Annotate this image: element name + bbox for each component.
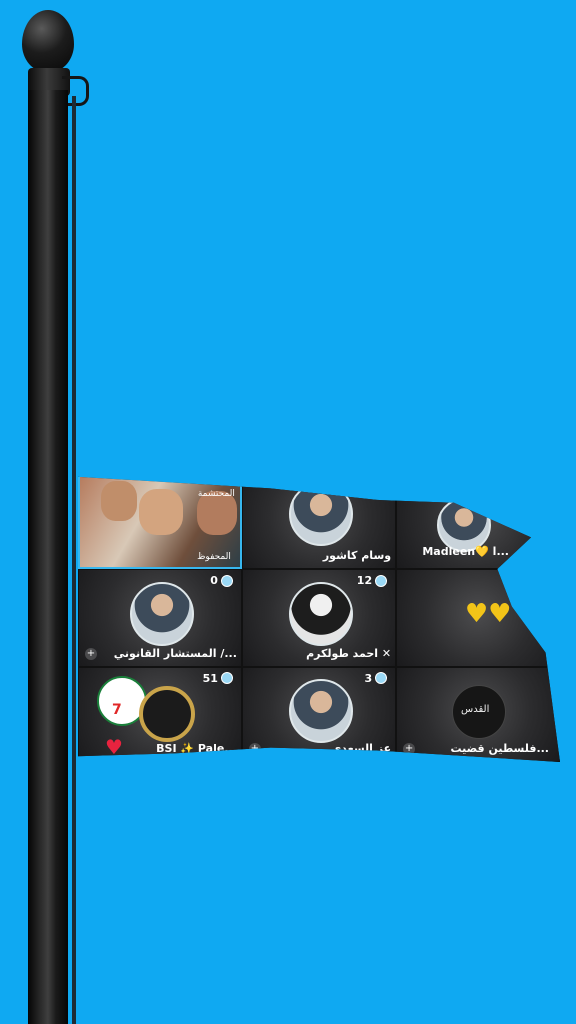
participant-name: احمد طولكرم ✕ [306, 646, 392, 660]
viewer-count: 12 [357, 574, 388, 587]
count-dot-icon [375, 479, 388, 492]
participant-tile[interactable]: القدس + فلسطين قضيت... [396, 666, 560, 762]
participant-tile[interactable]: 7 Madleen💛 ا... [396, 476, 560, 570]
participant-tile[interactable]: 51 7 ♥ BSI ✨ Pale... [78, 666, 242, 762]
participant-name: فلسطين قضيت... [450, 741, 549, 755]
count-dot-icon [220, 672, 233, 685]
hearts-avatar: ♥♥ [448, 582, 512, 642]
avatar [129, 582, 194, 647]
featured-label-top: المحتشمة [197, 489, 235, 499]
viewer-count: 0 [210, 574, 233, 587]
participant-name: عز السعدي [331, 741, 392, 755]
count-dot-icon [506, 487, 519, 500]
viewer-count: 51 [203, 672, 233, 685]
featured-label-bottom: المحفوظ [197, 552, 231, 563]
count-dot-icon [375, 672, 388, 685]
heart-icon: ♥♥ [464, 599, 512, 630]
participant-name: BSI ✨ Pale... [156, 741, 237, 755]
avatar [288, 582, 353, 647]
count-dot-icon [220, 574, 233, 587]
viewer-count: 16 [357, 479, 388, 492]
count-dot-icon [375, 574, 388, 587]
al-quds-avatar: القدس [452, 684, 507, 739]
participant-name: المستشار القانوني /... [113, 646, 237, 660]
participant-grid: المحتشمة المحفوظ 16 وسام كاشور 7 Madleen… [78, 476, 560, 762]
avatar [288, 482, 353, 547]
participant-name: Madleen💛 ا... [422, 545, 509, 559]
waving-flag: المحتشمة المحفوظ 16 وسام كاشور 7 Madleen… [78, 476, 560, 762]
participant-tile[interactable]: 3 + عز السعدي [241, 666, 397, 762]
viewer-count: 3 [364, 672, 388, 685]
featured-video-tile[interactable]: المحتشمة المحفوظ [78, 476, 242, 570]
ring-avatar [139, 685, 195, 742]
participant-tile[interactable]: ♥♥ [396, 569, 560, 667]
flagpole [28, 90, 68, 1024]
participant-tile[interactable]: 12 احمد طولكرم ✕ [241, 569, 397, 667]
flagpole-finial [22, 10, 74, 72]
participant-tile[interactable]: 0 + المستشار القانوني /... [78, 569, 242, 667]
participant-tile[interactable]: 16 وسام كاشور [241, 476, 397, 570]
avatar [288, 678, 353, 743]
participant-name: وسام كاشور [322, 549, 392, 563]
halyard-rope [72, 96, 76, 1024]
viewer-count: 7 [496, 487, 519, 500]
